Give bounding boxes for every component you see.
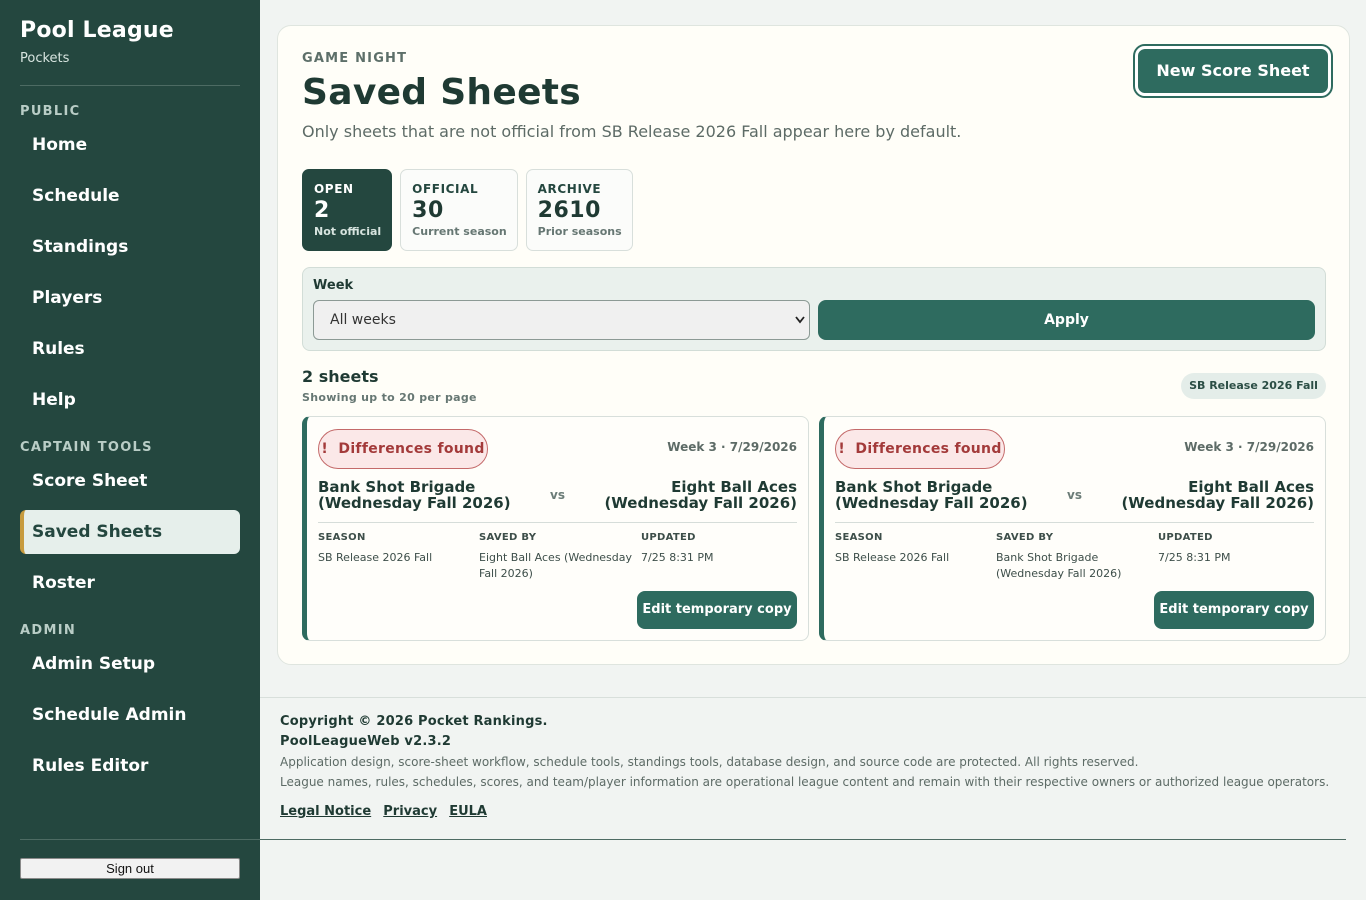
sidebar-item-players[interactable]: Players xyxy=(20,276,240,320)
sheet-saved-by: SAVED BY Eight Ball Aces (Wednesday Fall… xyxy=(479,532,639,582)
meta-label: UPDATED xyxy=(1158,532,1213,543)
footer: Copyright © 2026 Pocket Rankings. PoolLe… xyxy=(280,712,1350,819)
meta-value: Bank Shot Brigade (Wednesday Fall 2026) xyxy=(996,551,1122,580)
week-label: Week xyxy=(313,278,354,293)
meta-value: Eight Ball Aces (Wednesday Fall 2026) xyxy=(479,551,633,580)
saved-sheets-panel: GAME NIGHT Saved Sheets Only sheets that… xyxy=(277,25,1350,665)
page-title: Saved Sheets xyxy=(302,72,582,113)
stat-tab-open[interactable]: OPEN 2 Not official xyxy=(302,169,393,251)
vs-label: vs xyxy=(1067,488,1082,502)
edit-temporary-copy-button[interactable]: Edit temporary copy xyxy=(637,591,797,629)
stat-value: 2610 xyxy=(537,198,601,223)
sheet-week-date: Week 3 · 7/29/2026 xyxy=(667,440,797,454)
sidebar-item-standings[interactable]: Standings xyxy=(20,225,240,269)
sidebar-item-score-sheet[interactable]: Score Sheet xyxy=(20,459,240,503)
sheet-season: SEASON SB Release 2026 Fall xyxy=(835,532,985,566)
sidebar-divider xyxy=(20,85,240,86)
meta-label: UPDATED xyxy=(641,532,696,543)
stat-value: 30 xyxy=(412,198,444,223)
stat-label: ARCHIVE xyxy=(537,182,602,196)
eula-link[interactable]: EULA xyxy=(449,804,487,819)
sidebar-item-help[interactable]: Help xyxy=(20,378,240,422)
meta-value: 7/25 8:31 PM xyxy=(1158,551,1231,564)
page-eyebrow: GAME NIGHT xyxy=(302,51,408,66)
meta-value: 7/25 8:31 PM xyxy=(641,551,714,564)
stat-sub: Prior seasons xyxy=(537,225,622,238)
alert-icon: ! xyxy=(321,441,329,457)
stat-tab-official[interactable]: OFFICIAL 30 Current season xyxy=(400,169,518,251)
home-team: Bank Shot Brigade (Wednesday Fall 2026) xyxy=(318,478,511,512)
stat-label: OPEN xyxy=(314,182,354,196)
footer-notice-2: League names, rules, schedules, scores, … xyxy=(280,775,1330,789)
sheet-week-date: Week 3 · 7/29/2026 xyxy=(1184,440,1314,454)
sidebar-section-admin: ADMIN xyxy=(20,623,77,638)
meta-value: SB Release 2026 Fall xyxy=(318,551,433,564)
meta-value: SB Release 2026 Fall xyxy=(835,551,950,564)
meta-label: SAVED BY xyxy=(479,532,537,543)
legal-notice-link[interactable]: Legal Notice xyxy=(280,804,371,819)
sidebar-item-roster[interactable]: Roster xyxy=(20,561,240,605)
sheet-saved-by: SAVED BY Bank Shot Brigade (Wednesday Fa… xyxy=(996,532,1156,582)
footer-notice-1: Application design, score-sheet workflow… xyxy=(280,755,1139,769)
stat-label: OFFICIAL xyxy=(412,182,479,196)
per-page-note: Showing up to 20 per page xyxy=(302,391,477,404)
footer-copyright: Copyright © 2026 Pocket Rankings. xyxy=(280,714,548,729)
apply-button[interactable]: Apply xyxy=(818,300,1315,340)
footer-version: PoolLeagueWeb v2.3.2 xyxy=(280,734,452,749)
privacy-link[interactable]: Privacy xyxy=(383,804,437,819)
edit-temporary-copy-button[interactable]: Edit temporary copy xyxy=(1154,591,1314,629)
week-select-value: All weeks xyxy=(330,312,396,328)
brand-title: Pool League xyxy=(20,18,174,43)
stat-value: 2 xyxy=(314,198,330,223)
sidebar-item-schedule[interactable]: Schedule xyxy=(20,174,240,218)
stats-tabs: OPEN 2 Not official OFFICIAL 30 Current … xyxy=(302,169,633,251)
sheet-updated: UPDATED 7/25 8:31 PM xyxy=(641,532,791,566)
new-score-sheet-button[interactable]: New Score Sheet xyxy=(1135,46,1331,96)
differences-badge-label: Differences found xyxy=(855,441,1002,457)
sidebar-item-home[interactable]: Home xyxy=(20,123,240,167)
sidebar-item-saved-sheets[interactable]: Saved Sheets xyxy=(20,510,240,554)
alert-icon: ! xyxy=(838,441,846,457)
sidebar-item-schedule-admin[interactable]: Schedule Admin xyxy=(20,693,240,737)
sheet-card: ! Differences found Week 3 · 7/29/2026 B… xyxy=(819,416,1326,641)
sheet-updated: UPDATED 7/25 8:31 PM xyxy=(1158,532,1308,566)
sheet-season: SEASON SB Release 2026 Fall xyxy=(318,532,468,566)
differences-badge: ! Differences found xyxy=(318,429,488,469)
sign-out-button[interactable]: Sign out xyxy=(20,858,240,879)
week-select[interactable]: All weeks xyxy=(313,300,810,340)
sidebar-section-captain: CAPTAIN TOOLS xyxy=(20,440,153,455)
sidebar-item-admin-setup[interactable]: Admin Setup xyxy=(20,642,240,686)
stat-sub: Not official xyxy=(314,225,382,238)
stat-sub: Current season xyxy=(412,225,507,238)
week-filter: Week All weeks Apply xyxy=(302,267,1326,351)
season-badge: SB Release 2026 Fall xyxy=(1181,373,1326,399)
sheet-card: ! Differences found Week 3 · 7/29/2026 B… xyxy=(302,416,809,641)
differences-badge: ! Differences found xyxy=(835,429,1005,469)
sidebar: Pool League Pockets PUBLIC Home Schedule… xyxy=(0,0,260,900)
sheet-divider xyxy=(318,522,797,523)
meta-label: SAVED BY xyxy=(996,532,1054,543)
sheet-count: 2 sheets xyxy=(302,367,379,386)
home-team: Bank Shot Brigade (Wednesday Fall 2026) xyxy=(835,478,1028,512)
footer-links: Legal Notice Privacy EULA xyxy=(280,800,1350,819)
brand-subtitle: Pockets xyxy=(20,51,70,66)
chevron-down-icon xyxy=(795,301,805,355)
sidebar-item-rules-editor[interactable]: Rules Editor xyxy=(20,744,240,788)
sidebar-bottom-divider xyxy=(20,839,1346,840)
away-team: Eight Ball Aces (Wednesday Fall 2026) xyxy=(604,478,797,512)
page-description: Only sheets that are not official from S… xyxy=(302,122,962,141)
footer-divider xyxy=(260,697,1366,698)
meta-label: SEASON xyxy=(835,532,883,543)
away-team: Eight Ball Aces (Wednesday Fall 2026) xyxy=(1121,478,1314,512)
meta-label: SEASON xyxy=(318,532,366,543)
sidebar-item-rules[interactable]: Rules xyxy=(20,327,240,371)
stat-tab-archive[interactable]: ARCHIVE 2610 Prior seasons xyxy=(525,169,633,251)
sheet-divider xyxy=(835,522,1314,523)
sidebar-section-public: PUBLIC xyxy=(20,104,81,119)
differences-badge-label: Differences found xyxy=(338,441,485,457)
vs-label: vs xyxy=(550,488,565,502)
